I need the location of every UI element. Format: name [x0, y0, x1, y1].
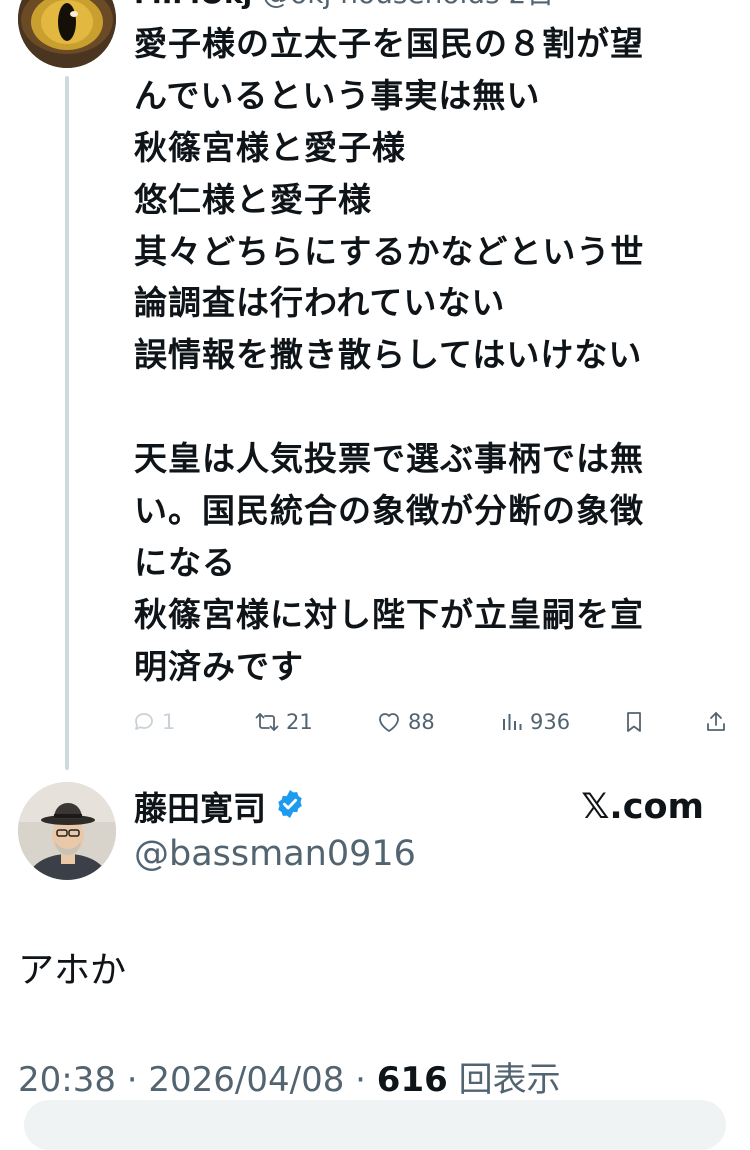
bookmark-icon [622, 710, 646, 734]
tweet-text-line: い。国民統合の象徴が分断の象徴 [134, 491, 644, 531]
verified-badge-icon [274, 788, 306, 829]
thread-connector-line [65, 76, 69, 770]
share-icon [704, 710, 728, 734]
reply-author-name[interactable]: 藤田寛司 [134, 789, 266, 829]
reply-button[interactable]: 1 [132, 704, 175, 740]
parent-author-name[interactable]: MIMOkj [134, 0, 252, 10]
reply-count: 1 [162, 710, 176, 734]
tweet-views-count: 616 [376, 1060, 448, 1100]
parent-author-avatar[interactable] [18, 0, 116, 68]
tweet-text-line: 愛子様の立太子を国民の８割が望 [134, 24, 644, 63]
parent-author-handle[interactable]: @okj households 2日 [262, 0, 554, 10]
views-button[interactable]: 936 [500, 704, 570, 740]
tweet-text-line: 悠仁様と愛子様 [134, 179, 372, 219]
tweet-text-line: 秋篠宮様に対し陛下が立皇嗣を宣 [134, 594, 644, 634]
tweet-text-line: 秋篠宮様と愛子様 [134, 127, 406, 167]
tweet-views-label: 回表示 [447, 1060, 561, 1100]
tweet-metadata: 20:38 · 2026/04/08 · 616 回表示 [18, 1060, 561, 1100]
like-count: 88 [408, 710, 435, 734]
parent-author-header[interactable]: MIMOkj @okj households 2日 [134, 0, 554, 10]
like-icon [376, 710, 402, 734]
retweet-icon [254, 710, 280, 734]
like-button[interactable]: 88 [376, 704, 435, 740]
reply-author-name-row[interactable]: 藤田寛司 [134, 788, 306, 829]
views-icon [500, 710, 524, 734]
tweet-text-line [134, 381, 734, 433]
reply-author-handle[interactable]: @bassman0916 [134, 834, 416, 874]
bookmark-button[interactable] [622, 704, 646, 740]
tweet-text-line: になる [134, 542, 236, 582]
reply-author-avatar[interactable] [18, 782, 116, 880]
reply-tweet-text: アホか [18, 950, 127, 991]
retweet-count: 21 [286, 710, 313, 734]
retweet-button[interactable]: 21 [254, 704, 313, 740]
tweet-action-bar: 1 21 88 936 [132, 704, 732, 740]
tweet-text-line: 誤情報を撒き散らしてはいけない [134, 335, 643, 375]
share-button[interactable] [704, 704, 728, 740]
reply-compose-bar[interactable] [24, 1100, 726, 1150]
tweet-text-line: 論調査は行われていない [134, 283, 506, 323]
tweet-text-line: 天皇は人気投票で選ぶ事柄では無 [134, 439, 644, 479]
parent-tweet-text: 愛子様の立太子を国民の８割が望 んでいるという事実は無い 秋篠宮様と愛子様 悠仁… [134, 18, 734, 693]
views-count: 936 [530, 710, 571, 734]
tweet-text-line: 其々どちらにするかなどという世 [134, 231, 645, 271]
tweet-timestamp[interactable]: 20:38 · 2026/04/08 · [18, 1060, 377, 1100]
tweet-text-line: 明済みです [134, 646, 304, 686]
reply-icon [132, 710, 156, 734]
x-logo-brand: 𝕏.com [581, 787, 704, 827]
tweet-text-line: んでいるという事実は無い [134, 75, 541, 115]
